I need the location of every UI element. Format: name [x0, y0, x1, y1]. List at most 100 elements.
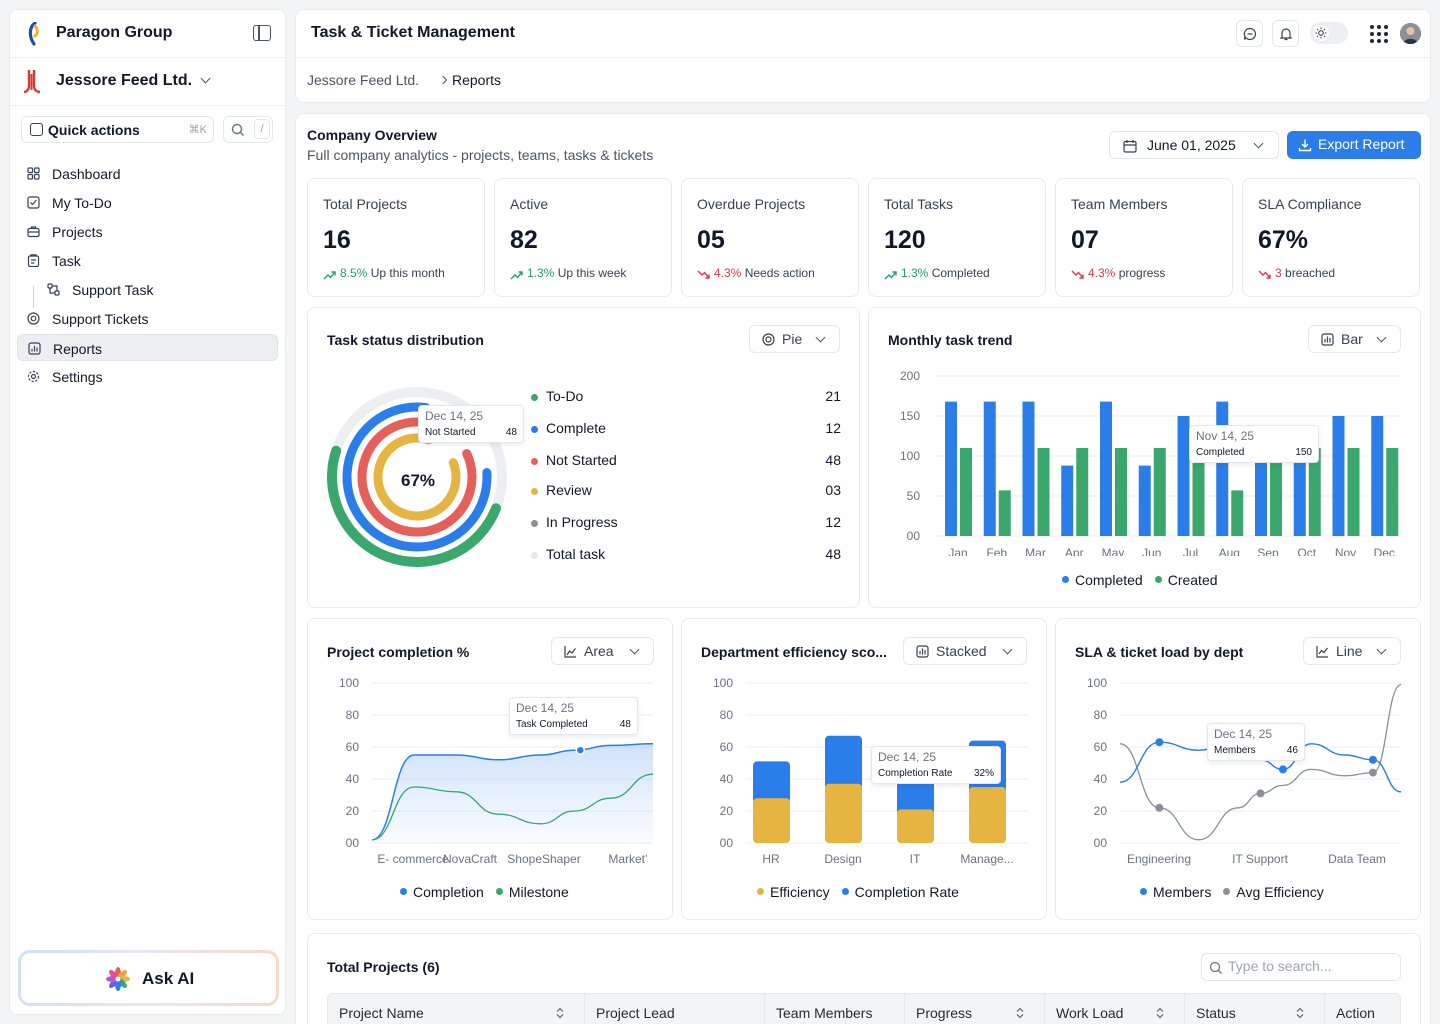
column-header[interactable]: Progress	[905, 994, 1045, 1024]
x-tick-label: IT Support	[1232, 852, 1288, 866]
y-tick-label: 80	[346, 708, 360, 722]
clipboard-icon	[27, 254, 40, 267]
sidebar-item-support-tickets[interactable]: Support Tickets	[17, 305, 278, 332]
date-label: June 01, 2025	[1147, 137, 1236, 153]
quick-actions-button[interactable]: Quick actions ⌘K	[21, 116, 214, 143]
column-label: Progress	[916, 1005, 973, 1021]
status-count: 03	[825, 482, 841, 498]
select-label: Bar	[1341, 331, 1363, 347]
breadcrumb-item[interactable]: Jessore Feed Ltd.	[307, 72, 419, 88]
sidebar-item-support-task[interactable]: Support Task	[37, 276, 278, 303]
members-point	[1278, 765, 1287, 774]
date-picker[interactable]: June 01, 2025	[1109, 131, 1279, 159]
legend-item: Created	[1154, 572, 1218, 588]
kpi-value: 05	[697, 226, 725, 254]
sidebar-search-button[interactable]: /	[223, 116, 273, 143]
area-chart-icon	[564, 646, 576, 658]
chart-type-select[interactable]: Stacked	[903, 637, 1027, 665]
bar-chart-icon	[1321, 333, 1334, 346]
kpi-note: Needs action	[744, 266, 815, 280]
y-tick-label: 00	[907, 529, 921, 543]
x-tick-label: Feb	[986, 546, 1007, 556]
bar-completion-rate	[825, 735, 862, 790]
chart-type-select[interactable]: Pie	[749, 325, 840, 353]
kpi-value: 82	[510, 226, 538, 254]
sidebar-item-settings[interactable]: Settings	[17, 363, 278, 390]
export-report-button[interactable]: Export Report	[1287, 131, 1421, 159]
kpi-delta: 3	[1275, 266, 1282, 280]
table-search-input[interactable]	[1228, 958, 1393, 974]
sidebar-item-reports[interactable]: Reports	[17, 334, 278, 361]
calendar-icon	[1123, 140, 1137, 153]
apps-grid-icon[interactable]	[1369, 24, 1389, 44]
column-label: Work Load	[1056, 1005, 1124, 1021]
page-subtitle: Full company analytics - projects, teams…	[307, 147, 654, 163]
notifications-button[interactable]	[1272, 20, 1299, 47]
tooltip-key: Task Completed	[516, 719, 588, 730]
chart-type-select[interactable]: Bar	[1308, 325, 1401, 353]
column-header: Team Members	[765, 994, 905, 1024]
x-tick-label: Sep	[1257, 546, 1279, 556]
kpi-trend: 8.5% Up this month	[323, 266, 445, 280]
legend-label: Completion Rate	[854, 884, 959, 900]
theme-toggle[interactable]	[1310, 22, 1348, 44]
column-header: Project Lead	[585, 994, 765, 1024]
column-header[interactable]: Work Load	[1045, 994, 1185, 1024]
status-count: 21	[825, 388, 841, 404]
department-efficiency-card: Department efficiency sco... Stacked 100…	[681, 618, 1047, 920]
chart-title: Department efficiency sco...	[701, 644, 887, 660]
tooltip-date: Nov 14, 25	[1196, 429, 1255, 443]
tooltip-value: 46	[1286, 745, 1298, 756]
kpi-label: Total Tasks	[884, 196, 953, 212]
bar-created	[1386, 448, 1399, 536]
column-header[interactable]: Project Name	[328, 994, 585, 1024]
legend-dot	[531, 488, 538, 495]
column-label: Project Name	[339, 1005, 424, 1021]
status-legend-item: Total task 48	[531, 546, 841, 566]
stacked-bar-icon	[916, 645, 929, 658]
chart-title: Monthly task trend	[888, 332, 1013, 348]
y-tick-label: 100	[713, 676, 733, 690]
bar-completed	[1177, 416, 1190, 536]
legend-item: Completion Rate	[841, 884, 959, 900]
status-label: To-Do	[546, 388, 584, 404]
avatar[interactable]	[1400, 23, 1421, 44]
sidebar-item-label: Dashboard	[52, 166, 121, 182]
kpi-delta: 1.3%	[527, 266, 555, 280]
bar-created	[998, 490, 1011, 536]
chart-title: Project completion %	[327, 644, 470, 660]
y-tick-label: 40	[720, 772, 734, 786]
status-label: In Progress	[546, 514, 618, 530]
ask-ai-button[interactable]: Ask AI	[18, 950, 279, 1006]
status-label: Total task	[546, 546, 606, 562]
sidebar-item-dashboard[interactable]: Dashboard	[17, 160, 278, 187]
column-header[interactable]: Status	[1185, 994, 1325, 1024]
collapse-sidebar-icon[interactable]	[253, 25, 271, 41]
status-legend-item: Review 03	[531, 482, 841, 502]
chart-type-select[interactable]: Line	[1303, 637, 1401, 665]
sidebar-item-task[interactable]: Task	[17, 247, 278, 274]
project-completion-card: Project completion % Area 100 80 60 40 20 00 E…	[307, 618, 673, 920]
paragon-logo-icon	[28, 22, 39, 46]
x-tick-label: Mar	[1025, 546, 1046, 556]
sort-icon	[1156, 1007, 1164, 1019]
kpi-trend: 4.3% progress	[1071, 266, 1165, 280]
y-tick-label: 100	[339, 676, 359, 690]
column-label: Status	[1196, 1005, 1236, 1021]
y-tick-label: 60	[720, 740, 734, 754]
sort-icon	[1296, 1007, 1304, 1019]
status-legend-item: Complete 12	[531, 420, 841, 440]
sidebar-item-my-todo[interactable]: My To-Do	[17, 189, 278, 216]
bar-completed	[1138, 465, 1151, 536]
quick-actions-shortcut: ⌘K	[188, 124, 207, 136]
sidebar-item-projects[interactable]: Projects	[17, 218, 278, 245]
status-label: Review	[546, 482, 592, 498]
table-search[interactable]	[1201, 953, 1401, 981]
status-legend-item: To-Do 21	[531, 388, 841, 408]
quick-actions-label: Quick actions	[48, 122, 140, 138]
workspace-switcher[interactable]: Jessore Feed Ltd.	[10, 58, 285, 106]
messages-button[interactable]	[1236, 20, 1263, 47]
bar-created	[1347, 448, 1360, 536]
chart-title: SLA & ticket load by dept	[1075, 644, 1244, 660]
chart-type-select[interactable]: Area	[551, 637, 654, 665]
